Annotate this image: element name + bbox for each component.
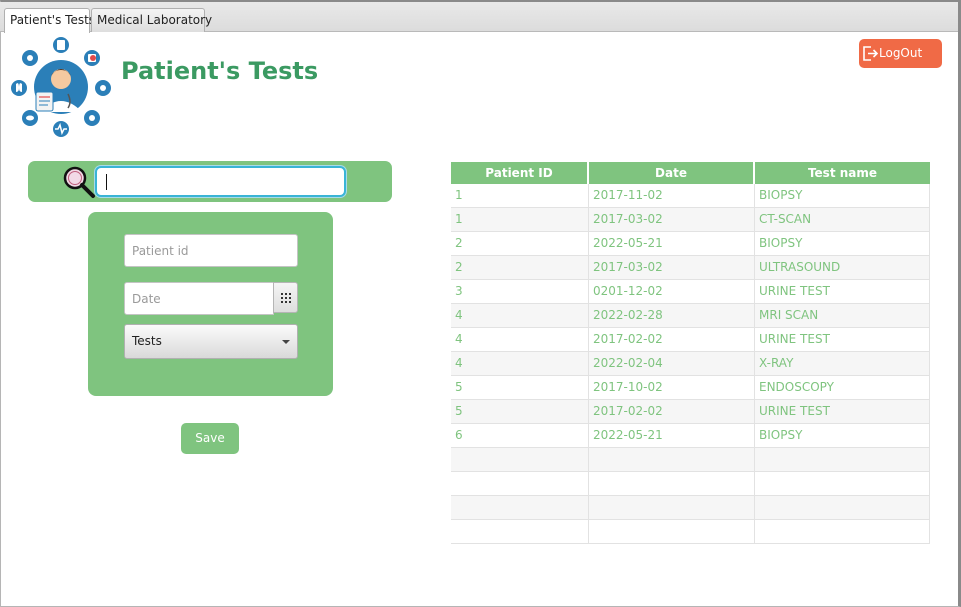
tests-selected-value: Tests	[132, 334, 162, 348]
tab-patients-tests[interactable]: Patient's Tests	[4, 8, 95, 33]
cell-date	[589, 496, 755, 519]
cell-patient-id: 4	[451, 328, 589, 351]
page-title: Patient's Tests	[121, 57, 319, 85]
column-header-patient-id[interactable]: Patient ID	[451, 162, 589, 184]
cell-test-name: ULTRASOUND	[755, 256, 930, 279]
cell-date: 2017-03-02	[589, 208, 755, 231]
table-body: 1 2017-11-02 BIOPSY 1 2017-03-02 CT-SCAN 2 2022…	[451, 184, 930, 544]
cell-test-name	[755, 472, 930, 495]
table-row[interactable]: 2 2022-05-21 BIOPSY	[451, 232, 930, 256]
cell-patient-id: 2	[451, 232, 589, 255]
test-entry-form: Tests	[88, 212, 333, 396]
cell-test-name: ENDOSCOPY	[755, 376, 930, 399]
cell-patient-id: 5	[451, 400, 589, 423]
table-row[interactable]	[451, 496, 930, 520]
cell-test-name	[755, 496, 930, 519]
table-row[interactable]: 4 2017-02-02 URINE TEST	[451, 328, 930, 352]
logout-icon	[863, 46, 879, 61]
cell-date: 2017-03-02	[589, 256, 755, 279]
cell-test-name	[755, 520, 930, 543]
table-row[interactable]: 4 2022-02-04 X-RAY	[451, 352, 930, 376]
cell-test-name	[755, 448, 930, 471]
table-row[interactable]	[451, 520, 930, 544]
search-input[interactable]	[95, 166, 346, 197]
cell-patient-id	[451, 472, 589, 495]
cell-patient-id	[451, 496, 589, 519]
date-picker-button[interactable]	[273, 282, 298, 313]
tab-medical-laboratory[interactable]: Medical Laboratory	[91, 8, 212, 32]
date-field[interactable]	[124, 282, 274, 315]
tab-bar: Patient's Tests Medical Laboratory	[0, 2, 958, 33]
cell-date: 2017-10-02	[589, 376, 755, 399]
cell-patient-id: 4	[451, 304, 589, 327]
cell-date	[589, 472, 755, 495]
save-button[interactable]: Save	[181, 423, 239, 454]
logout-button[interactable]: LogOut	[859, 39, 942, 68]
logout-label: LogOut	[879, 46, 923, 60]
cell-patient-id: 1	[451, 208, 589, 231]
table-row[interactable]	[451, 448, 930, 472]
cell-test-name: BIOPSY	[755, 184, 930, 207]
table-row[interactable]: 3 0201-12-02 URINE TEST	[451, 280, 930, 304]
cell-test-name: URINE TEST	[755, 328, 930, 351]
cell-date	[589, 448, 755, 471]
table-row[interactable]: 2 2017-03-02 ULTRASOUND	[451, 256, 930, 280]
tests-table: Patient ID Date Test name 1 2017-11-02 BIO…	[451, 162, 930, 544]
chevron-down-icon	[282, 340, 290, 344]
column-header-test-name[interactable]: Test name	[755, 162, 930, 184]
magnifier-icon	[63, 166, 95, 198]
cell-patient-id: 2	[451, 256, 589, 279]
cell-test-name: MRI SCAN	[755, 304, 930, 327]
cell-test-name: URINE TEST	[755, 400, 930, 423]
table-row[interactable]: 6 2022-05-21 BIOPSY	[451, 424, 930, 448]
cell-test-name: URINE TEST	[755, 280, 930, 303]
cell-test-name: BIOPSY	[755, 232, 930, 255]
cell-date: 2022-02-28	[589, 304, 755, 327]
cell-date: 0201-12-02	[589, 280, 755, 303]
cell-patient-id	[451, 520, 589, 543]
column-header-date[interactable]: Date	[589, 162, 755, 184]
cell-patient-id	[451, 448, 589, 471]
patient-id-field[interactable]	[124, 234, 298, 267]
text-cursor	[106, 174, 107, 190]
table-row[interactable]: 5 2017-10-02 ENDOSCOPY	[451, 376, 930, 400]
cell-date	[589, 520, 755, 543]
table-header: Patient ID Date Test name	[451, 162, 930, 184]
cell-patient-id: 5	[451, 376, 589, 399]
tests-dropdown[interactable]: Tests	[124, 324, 298, 359]
cell-test-name: BIOPSY	[755, 424, 930, 447]
cell-test-name: X-RAY	[755, 352, 930, 375]
cell-date: 2017-11-02	[589, 184, 755, 207]
cell-date: 2022-02-04	[589, 352, 755, 375]
cell-test-name: CT-SCAN	[755, 208, 930, 231]
table-row[interactable]: 4 2022-02-28 MRI SCAN	[451, 304, 930, 328]
calendar-icon	[281, 293, 291, 303]
cell-date: 2022-05-21	[589, 232, 755, 255]
cell-patient-id: 1	[451, 184, 589, 207]
cell-date: 2017-02-02	[589, 328, 755, 351]
search-bar	[28, 161, 392, 202]
cell-patient-id: 4	[451, 352, 589, 375]
doctor-logo-icon	[8, 34, 114, 138]
table-row[interactable]: 1 2017-11-02 BIOPSY	[451, 184, 930, 208]
table-row[interactable]: 1 2017-03-02 CT-SCAN	[451, 208, 930, 232]
cell-date: 2017-02-02	[589, 400, 755, 423]
cell-date: 2022-05-21	[589, 424, 755, 447]
cell-patient-id: 6	[451, 424, 589, 447]
table-row[interactable]: 5 2017-02-02 URINE TEST	[451, 400, 930, 424]
table-row[interactable]	[451, 472, 930, 496]
cell-patient-id: 3	[451, 280, 589, 303]
